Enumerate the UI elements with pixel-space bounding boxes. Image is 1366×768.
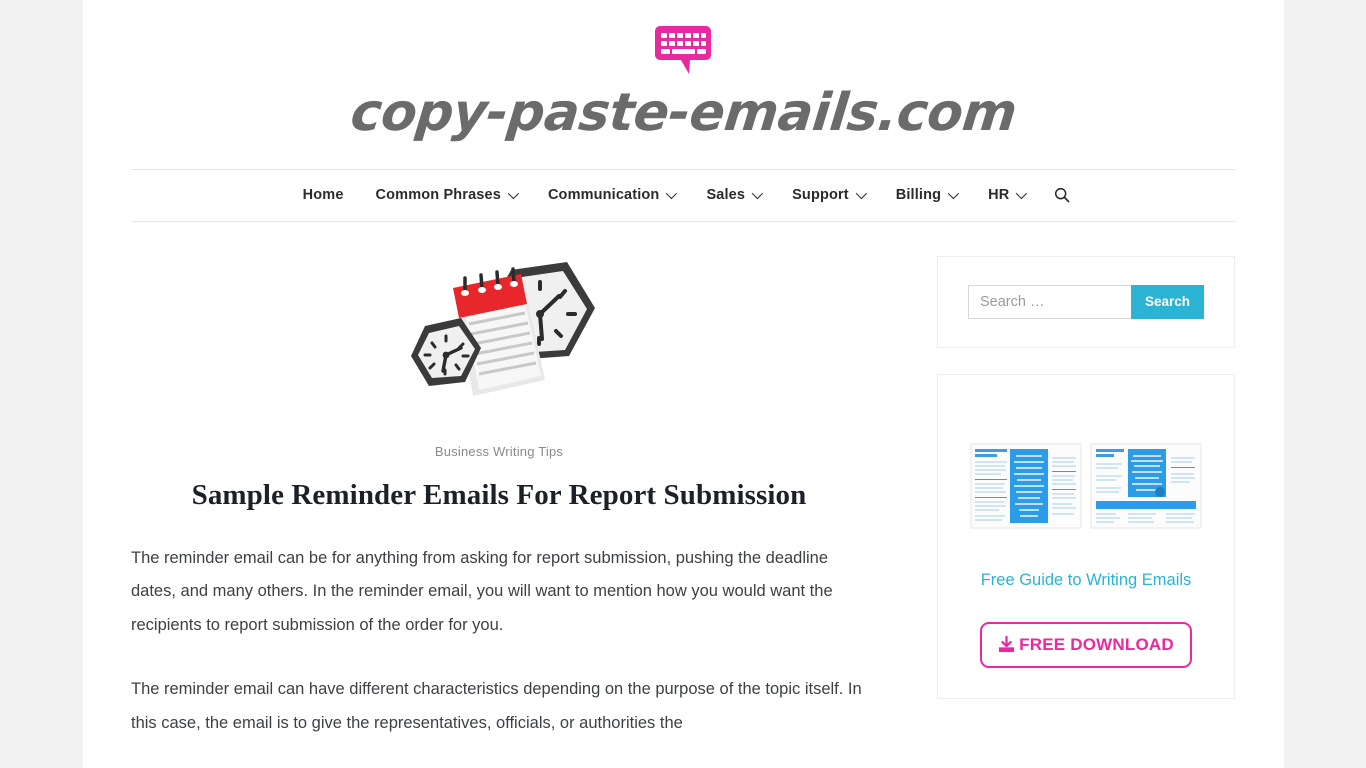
free-guide-link[interactable]: Free Guide to Writing Emails	[956, 571, 1216, 590]
article-main: Business Writing Tips Sample Reminder Em…	[131, 256, 867, 741]
nav-item-support[interactable]: Support	[776, 187, 880, 203]
free-download-button[interactable]: FREE DOWNLOAD	[980, 621, 1192, 668]
nav-list: Home Common Phrases Communication Sales …	[287, 187, 1081, 203]
site-logo-link[interactable]: copy-paste-emails.com	[347, 22, 1020, 143]
page-title: Sample Reminder Emails For Report Submis…	[191, 478, 807, 511]
download-icon	[999, 636, 1015, 653]
free-guide-preview-image	[970, 443, 1202, 529]
nav-item-hr[interactable]: HR	[972, 187, 1040, 203]
chevron-down-icon	[666, 188, 678, 200]
nav-search-toggle[interactable]	[1040, 187, 1080, 203]
promo-widget: Free Guide to Writing Emails FREE DOWNLO…	[937, 373, 1235, 699]
primary-navigation: Home Common Phrases Communication Sales …	[131, 168, 1236, 222]
nav-item-home[interactable]: Home	[287, 187, 360, 203]
article-category-link[interactable]: Business Writing Tips	[131, 444, 867, 459]
content-area: Business Writing Tips Sample Reminder Em…	[83, 255, 1284, 741]
keyboard-speech-bubble-icon	[655, 26, 712, 74]
chevron-down-icon	[1016, 188, 1028, 200]
nav-label: Support	[792, 187, 849, 204]
search-input[interactable]	[968, 284, 1131, 319]
search-submit-button[interactable]: Search	[1130, 284, 1204, 319]
site-logo-text: copy-paste-emails.com	[347, 83, 1020, 143]
chevron-down-icon	[855, 188, 867, 200]
nav-item-billing[interactable]: Billing	[880, 187, 972, 203]
nav-item-communication[interactable]: Communication	[532, 187, 691, 203]
search-icon	[1055, 188, 1070, 203]
nav-label: Common Phrases	[375, 187, 501, 204]
article-paragraph-2: The reminder email can have different ch…	[131, 680, 862, 732]
site-header: copy-paste-emails.com	[83, 0, 1284, 143]
nav-label: Home	[302, 187, 344, 204]
chevron-down-icon	[507, 188, 520, 200]
nav-item-sales[interactable]: Sales	[690, 187, 776, 203]
nav-item-common-phrases[interactable]: Common Phrases	[360, 187, 532, 203]
search-widget: Search	[937, 255, 1235, 348]
page-container: copy-paste-emails.com Home Common Phrase…	[83, 0, 1284, 768]
sidebar: Search … Search Free Guide to Writing Em…	[937, 255, 1235, 725]
nav-label: HR	[988, 187, 1010, 204]
search-form: Search	[968, 284, 1204, 319]
chevron-down-icon	[751, 188, 764, 200]
article-paragraph-1: The reminder email can be for anything f…	[131, 548, 833, 635]
nav-label: Billing	[895, 187, 942, 204]
free-download-label: FREE DOWNLOAD	[1019, 634, 1174, 654]
clocks-and-calendar-illustration	[411, 261, 595, 396]
nav-label: Sales	[706, 187, 746, 204]
chevron-down-icon	[947, 188, 960, 200]
nav-label: Communication	[547, 187, 660, 204]
